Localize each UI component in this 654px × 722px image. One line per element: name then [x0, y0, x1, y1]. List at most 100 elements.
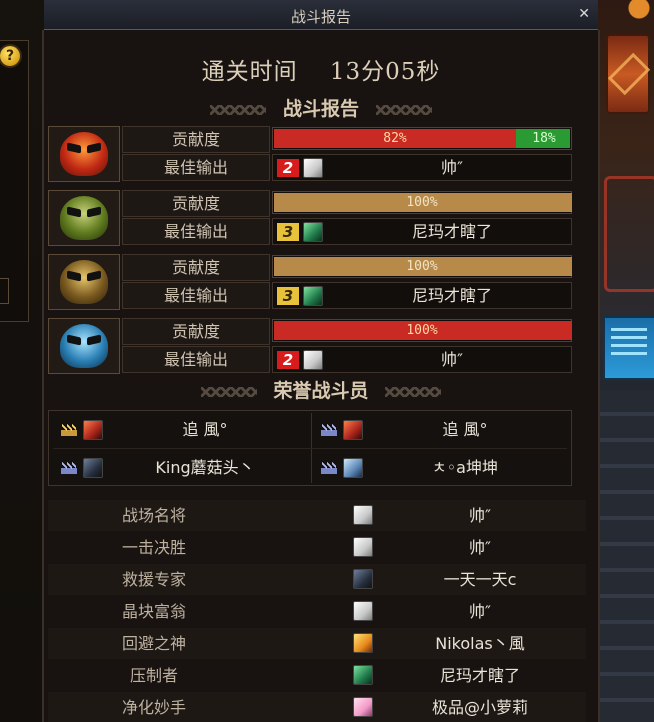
contribution-bar: 100%: [272, 191, 572, 214]
window-titlebar[interactable]: 战斗报告 ✕: [44, 0, 598, 30]
dark-red-avatar-icon: [83, 458, 103, 478]
contribution-row: 贡献度 最佳输出 100% 3 尼玛才瞎了: [48, 190, 572, 248]
boss-portrait: [48, 318, 120, 374]
best-output: 3 尼玛才瞎了: [272, 282, 572, 309]
lantern-decoration: [606, 34, 650, 114]
best-output-player: 帅″: [441, 350, 463, 369]
contribution-label: 贡献度: [122, 318, 270, 345]
award-row: 压制者 尼玛才瞎了: [48, 660, 586, 691]
award-row: 回避之神 Nikolas丶風: [48, 628, 586, 659]
honor-player[interactable]: King蘑菇头丶: [51, 455, 303, 481]
clear-time: 通关时间 13分05秒: [44, 52, 598, 86]
crown-icon: [321, 424, 337, 436]
award-player: 帅″: [469, 538, 491, 557]
contribution-percent: 82%: [383, 131, 407, 146]
clear-time-value: 13分05秒: [329, 59, 441, 85]
award-player: 帅″: [469, 602, 491, 621]
award-player: Nikolas丶風: [435, 634, 525, 653]
boss-portrait: [48, 254, 120, 310]
pink-avatar-icon: [353, 697, 373, 717]
contribution-label: 贡献度: [122, 254, 270, 281]
honor-player[interactable]: 追 風°: [311, 417, 563, 443]
award-player: 极品@小萝莉: [431, 698, 528, 717]
rank-badge: 2: [277, 159, 299, 177]
honor-divider-horizontal: [53, 448, 567, 449]
contribution-percent: 100%: [406, 259, 438, 274]
machine-decoration: [600, 390, 654, 722]
best-output: 2 帅″: [272, 154, 572, 181]
honor-player[interactable]: 追 風°: [51, 417, 303, 443]
honor-player-name: 追 風°: [442, 420, 488, 439]
window-title: 战斗报告: [290, 8, 351, 26]
contribution-row: 贡献度 最佳输出 100% 3 尼玛才瞎了: [48, 254, 572, 312]
ornament-left-icon: [200, 387, 257, 397]
help-icon[interactable]: ?: [0, 46, 20, 66]
honor-heading: 荣誉战斗员: [44, 376, 598, 403]
award-title: 回避之神: [121, 634, 186, 653]
award-row: 净化妙手 极品@小萝莉: [48, 692, 586, 722]
white-avatar-icon: [353, 505, 373, 525]
green-demon-mask-icon: [60, 196, 108, 240]
contribution-bar: 100%: [272, 319, 572, 342]
ornament-left-icon: [210, 105, 267, 115]
contribution-percent: 100%: [406, 195, 438, 210]
orange-avatar-icon: [353, 633, 373, 653]
crown-icon: [61, 462, 77, 474]
honor-heading-text: 荣誉战斗员: [273, 380, 369, 402]
white-avatar-icon: [353, 601, 373, 621]
award-title: 战场名将: [121, 506, 186, 525]
boss-portrait: [48, 190, 120, 246]
honor-player[interactable]: ㅊ◦a坤坤: [311, 455, 563, 481]
white-hair-red-avatar-icon: [83, 420, 103, 440]
rank-badge: 3: [277, 223, 299, 241]
award-title: 净化妙手: [121, 698, 186, 717]
contribution-bar: 82% 18%: [272, 127, 572, 150]
white-avatar-icon: [353, 537, 373, 557]
contribution-label: 贡献度: [122, 190, 270, 217]
monitor-decoration: [603, 316, 654, 380]
award-row: 晶块富翁 帅″: [48, 596, 586, 627]
blue-knight-avatar-icon: [343, 458, 363, 478]
battle-report-heading: 战斗报告: [44, 94, 598, 121]
best-output-player: 帅″: [441, 158, 463, 177]
white-hair-red-avatar-icon: [343, 420, 363, 440]
best-output-player: 尼玛才瞎了: [411, 222, 492, 241]
best-output-player: 尼玛才瞎了: [411, 286, 492, 305]
contribution-label: 贡献度: [122, 126, 270, 153]
ornament-right-icon: [375, 105, 432, 115]
dark-avatar-icon: [353, 569, 373, 589]
background-ornament: [614, 0, 654, 24]
award-player: 帅″: [469, 506, 491, 525]
blue-demon-mask-icon: [60, 324, 108, 368]
rank-badge: 3: [277, 287, 299, 305]
white-hair-avatar-icon: [303, 158, 323, 178]
battle-report-heading-text: 战斗报告: [282, 98, 359, 120]
award-row: 一击决胜 帅″: [48, 532, 586, 563]
award-player: 尼玛才瞎了: [439, 666, 520, 685]
award-title: 压制者: [129, 666, 178, 685]
award-title: 晶块富翁: [121, 602, 186, 621]
honor-panel: 追 風° 追 風° King蘑菇头丶 ㅊ◦a坤坤: [48, 410, 572, 486]
contribution-percent-secondary: 18%: [532, 131, 556, 146]
red-demon-mask-icon: [60, 132, 108, 176]
knot-decoration: [604, 176, 654, 292]
background-side-slot: [0, 278, 9, 304]
award-title: 救援专家: [121, 570, 186, 589]
honor-player-name: ㅊ◦a坤坤: [432, 458, 498, 477]
honor-player-name: 追 風°: [182, 420, 228, 439]
best-output-label: 最佳输出: [122, 282, 270, 309]
game-screen: ? 战斗报告 ✕ 通关时间 13分05秒 战斗报告 贡献度 最佳输出 82% 18% 2…: [0, 0, 654, 722]
crown-icon: [61, 424, 77, 436]
crown-icon: [321, 462, 337, 474]
green-armor-avatar-icon: [303, 286, 323, 306]
clear-time-label: 通关时间: [201, 59, 298, 85]
white-hair-avatar-icon: [303, 350, 323, 370]
best-output-label: 最佳输出: [122, 154, 270, 181]
award-title: 一击决胜: [121, 538, 186, 557]
award-row: 救援专家 一天一天c: [48, 564, 586, 595]
contribution-row: 贡献度 最佳输出 82% 18% 2 帅″: [48, 126, 572, 184]
green-avatar-icon: [353, 665, 373, 685]
close-icon[interactable]: ✕: [578, 6, 590, 22]
award-player: 一天一天c: [443, 570, 517, 589]
contribution-bar: 100%: [272, 255, 572, 278]
